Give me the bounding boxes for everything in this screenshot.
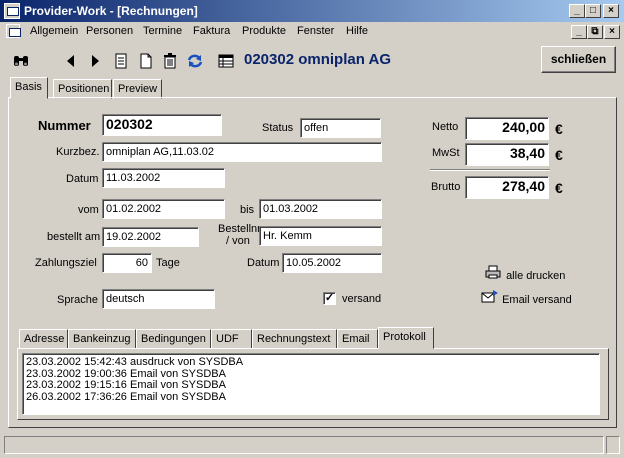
menu-personen[interactable]: Personen [86, 25, 133, 37]
netto-currency: € [555, 121, 563, 137]
app-icon[interactable] [4, 3, 20, 19]
menu-termine[interactable]: Termine [143, 25, 182, 37]
brutto-currency: € [555, 180, 563, 196]
bestellnr-field[interactable]: Hr. Kemm [259, 226, 382, 246]
refresh-icon[interactable] [186, 52, 204, 70]
mwst-currency: € [555, 147, 563, 163]
document-icon[interactable] [6, 24, 21, 38]
new-document-icon[interactable] [137, 52, 155, 70]
print-all-action[interactable]: alle drucken [485, 265, 565, 282]
tab-preview[interactable]: Preview [113, 79, 162, 99]
vom-field[interactable]: 01.02.2002 [102, 199, 225, 219]
zahlungsziel-label: Zahlungsziel [35, 257, 97, 269]
kurzbez-label: Kurzbez. [56, 146, 100, 158]
versand-checkbox[interactable]: ✓ [323, 292, 336, 305]
nummer-label: Nummer [38, 118, 91, 133]
printer-icon [485, 265, 503, 282]
status-field[interactable]: offen [300, 118, 381, 138]
print-all-label: alle drucken [506, 270, 566, 282]
binoculars-icon[interactable] [12, 52, 30, 70]
arrow-right-icon[interactable] [86, 52, 104, 70]
vom-label: vom [78, 204, 99, 216]
arrow-left-icon[interactable] [62, 52, 80, 70]
netto-label: Netto [432, 121, 459, 133]
maximize-button[interactable]: □ [585, 4, 601, 18]
datum-field[interactable]: 11.03.2002 [102, 168, 225, 188]
mwst-field[interactable]: 38,40 [465, 143, 549, 166]
datum2-label: Datum [247, 257, 280, 269]
email-send-label: Email versand [502, 294, 572, 306]
bestellnr-label: Bestellnr [218, 223, 261, 235]
bestellt-label: bestellt am [47, 231, 101, 243]
kurzbez-field[interactable]: omniplan AG,11.03.02 [102, 142, 382, 162]
mwst-label: MwSt [432, 147, 460, 159]
tab-basis[interactable]: Basis [10, 77, 48, 99]
menu-produkte[interactable]: Produkte [242, 25, 286, 37]
brutto-label: Brutto [431, 181, 461, 193]
subtab-bankeinzug[interactable]: Bankeinzug [68, 329, 136, 349]
bestellt-field[interactable]: 19.02.2002 [102, 227, 199, 247]
subtab-udf[interactable]: UDF [211, 329, 252, 349]
list-item: 23.03.2002 19:15:16 Email von SYSDBA [26, 379, 226, 391]
title-bar: Provider-Work - [Rechnungen] _ □ × [0, 0, 624, 22]
sprache-field[interactable]: deutsch [102, 289, 215, 309]
mdi-minimize-button[interactable]: _ [571, 25, 587, 39]
subtab-bedingungen[interactable]: Bedingungen [136, 329, 211, 349]
mdi-restore-button[interactable]: ⧉ [587, 25, 603, 39]
tage-label: Tage [156, 257, 180, 269]
email-send-icon [481, 289, 499, 306]
record-title: 020302 omniplan AG [244, 51, 391, 68]
totals-divider [430, 169, 550, 171]
minimize-button[interactable]: _ [569, 4, 585, 18]
list-item: 23.03.2002 15:42:43 ausdruck von SYSDBA [26, 356, 244, 368]
nummer-field[interactable]: 020302 [102, 114, 222, 136]
datum2-field[interactable]: 10.05.2002 [282, 253, 382, 273]
bis-field[interactable]: 01.03.2002 [259, 199, 382, 219]
menu-allgemein[interactable]: Allgemein [30, 25, 78, 37]
document-list-icon[interactable] [112, 52, 130, 70]
subtab-rechnungstext[interactable]: Rechnungstext [252, 329, 337, 349]
versand-label: versand [342, 293, 382, 305]
protocol-log[interactable]: 23.03.2002 15:42:43 ausdruck von SYSDBA … [22, 353, 600, 415]
bestellnr-von-label: / von [226, 235, 250, 247]
resize-grip[interactable] [606, 436, 620, 454]
close-button[interactable]: schließen [541, 46, 616, 73]
menu-hilfe[interactable]: Hilfe [346, 25, 368, 37]
subtab-adresse[interactable]: Adresse [19, 329, 68, 349]
status-bar [2, 436, 622, 454]
toolbar: 020302 omniplan AG schließen [0, 42, 624, 78]
tab-positionen[interactable]: Positionen [53, 79, 112, 99]
mdi-close-button[interactable]: × [604, 25, 620, 39]
close-window-button[interactable]: × [603, 4, 619, 18]
subtab-email[interactable]: Email [337, 329, 378, 349]
subtab-protokoll[interactable]: Protokoll [378, 327, 434, 349]
table-icon[interactable] [217, 52, 235, 70]
list-item: 26.03.2002 17:36:26 Email von SYSDBA [26, 390, 226, 403]
window-title: Provider-Work - [Rechnungen] [24, 4, 198, 18]
netto-field[interactable]: 240,00 [465, 117, 549, 140]
status-label: Status [262, 122, 294, 134]
datum-label: Datum [66, 173, 99, 185]
menu-faktura[interactable]: Faktura [193, 25, 230, 37]
zahlungsziel-field[interactable]: 60 [102, 253, 152, 273]
email-send-action[interactable]: Email versand [481, 289, 572, 306]
status-cell [4, 436, 604, 454]
sprache-label: Sprache [57, 294, 98, 306]
trash-icon[interactable] [161, 52, 179, 70]
menu-bar: Allgemein Personen Termine Faktura Produ… [0, 22, 624, 42]
brutto-field[interactable]: 278,40 [465, 176, 549, 199]
menu-fenster[interactable]: Fenster [297, 25, 334, 37]
bis-label: bis [240, 204, 255, 216]
